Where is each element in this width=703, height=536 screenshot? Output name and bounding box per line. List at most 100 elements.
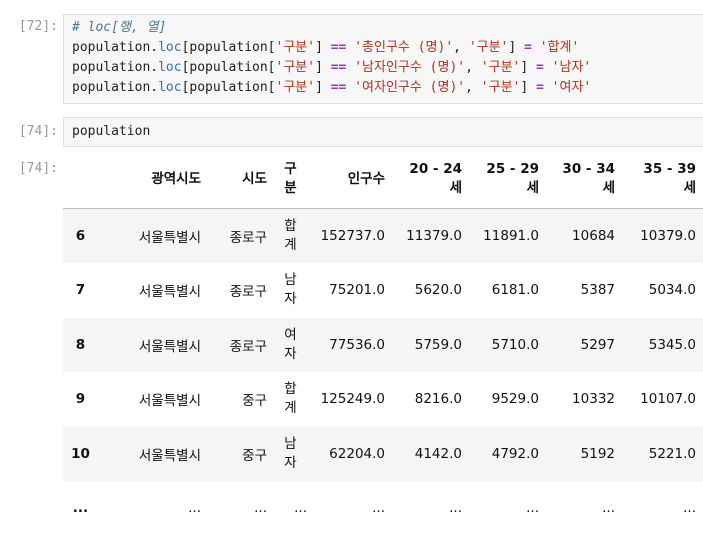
code-line: population.loc[population['구분'] == '여자인구… bbox=[72, 78, 703, 98]
code-token: ] bbox=[520, 60, 537, 75]
code-token: , bbox=[465, 60, 481, 75]
code-cell-population[interactable]: population bbox=[63, 117, 703, 147]
column-header: 25 - 29 세 bbox=[469, 150, 546, 209]
table-cell: ... bbox=[526, 500, 539, 517]
table-cell: ... bbox=[188, 500, 201, 517]
code-token: '구분' bbox=[275, 80, 316, 95]
table-cell: 중구 bbox=[242, 447, 267, 464]
table-cell: ... bbox=[254, 500, 267, 517]
row-index: 9 bbox=[75, 391, 86, 408]
table-cell: 4142.0 bbox=[414, 445, 462, 462]
table-cell: 5710.0 bbox=[491, 336, 539, 353]
column-header bbox=[63, 150, 105, 209]
table-cell: 중구 bbox=[242, 393, 267, 410]
table-cell: 5345.0 bbox=[648, 336, 696, 353]
table-cell: 10332 bbox=[572, 391, 615, 408]
table-cell: 6181.0 bbox=[491, 282, 539, 299]
table-cell: 5297 bbox=[580, 336, 615, 353]
table-cell: 합계 bbox=[284, 218, 297, 253]
code-token: '구분' bbox=[480, 60, 521, 75]
table-cell: 10379.0 bbox=[640, 228, 696, 244]
table-cell: 77536.0 bbox=[329, 336, 385, 353]
code-token: [population[ bbox=[181, 80, 276, 95]
table-header-row: 광역시도 시도 구분 인구수 20 - 24 세 25 - 29 세 30 - 34 세 35 - … bbox=[63, 150, 703, 209]
code-token: ] bbox=[508, 40, 525, 55]
table-cell: 종로구 bbox=[229, 338, 267, 355]
cell-prompt-72: [72]: bbox=[18, 19, 58, 34]
code-token: '총인구수 (명)' bbox=[354, 40, 454, 55]
code-token: '여자' bbox=[551, 80, 592, 95]
dataframe-output-table: 광역시도 시도 구분 인구수 20 - 24 세 25 - 29 세 30 - 34 세 35 - … bbox=[63, 150, 703, 536]
table-cell: 서울특별시 bbox=[138, 230, 201, 246]
table-cell: 5034.0 bbox=[648, 282, 696, 299]
table-row: 10 서울특별시 중구 남자 62204.0 4142.0 4792.0 5192 5221.0 bbox=[63, 426, 703, 481]
code-token: [population[ bbox=[181, 40, 276, 55]
table-cell: 서울특별시 bbox=[138, 284, 201, 301]
code-token: == bbox=[330, 80, 347, 95]
table-cell: ... bbox=[683, 500, 696, 517]
table-cell: ... bbox=[294, 500, 307, 517]
code-token: population. bbox=[72, 80, 159, 95]
code-token: '남자' bbox=[551, 60, 592, 75]
table-cell: 125249.0 bbox=[320, 391, 385, 408]
code-token: [population[ bbox=[181, 60, 276, 75]
code-text: population bbox=[72, 124, 151, 139]
table-cell: 11379.0 bbox=[406, 228, 462, 244]
row-index: 7 bbox=[75, 282, 86, 299]
table-cell: ... bbox=[602, 500, 615, 517]
code-token: ] bbox=[520, 80, 537, 95]
code-token: , bbox=[465, 80, 481, 95]
code-line: population.loc[population['구분'] == '총인구수… bbox=[72, 38, 703, 58]
table-cell: 5759.0 bbox=[414, 336, 462, 353]
row-index: 10 bbox=[71, 445, 90, 462]
code-token: population. bbox=[72, 60, 159, 75]
code-token: == bbox=[330, 60, 347, 75]
code-token: '구분' bbox=[275, 40, 316, 55]
code-cell-loc-assignment[interactable]: # loc[행, 열] population.loc[population['구분… bbox=[63, 14, 703, 104]
table-cell: 152737.0 bbox=[320, 228, 385, 244]
table-cell: 10684 bbox=[572, 228, 615, 244]
table-cell: 5387 bbox=[580, 282, 615, 299]
code-token: = bbox=[536, 80, 544, 95]
code-token: ] bbox=[315, 80, 331, 95]
code-token: ] bbox=[315, 40, 331, 55]
table-cell: 서울특별시 bbox=[138, 393, 201, 410]
table-cell: 5620.0 bbox=[414, 282, 462, 299]
column-header: 구분 bbox=[274, 150, 314, 209]
table-row: 6 서울특별시 종로구 합계 152737.0 11379.0 11891.0 10684 10… bbox=[63, 208, 703, 263]
code-token: = bbox=[536, 60, 544, 75]
table-cell: 75201.0 bbox=[329, 282, 385, 299]
table-cell: 4792.0 bbox=[491, 445, 539, 462]
code-token: # loc[행, 열] bbox=[72, 20, 167, 35]
table-cell: 남자 bbox=[284, 272, 297, 308]
table-cell: 10107.0 bbox=[640, 391, 696, 408]
table-cell: 여자 bbox=[284, 326, 297, 362]
code-token: loc bbox=[158, 40, 182, 55]
code-token: '구분' bbox=[275, 60, 316, 75]
code-token: population. bbox=[72, 40, 159, 55]
table-cell: ... bbox=[449, 500, 462, 517]
table-cell: ... bbox=[372, 500, 385, 517]
table-cell: 합계 bbox=[284, 381, 297, 417]
table-cell: 9529.0 bbox=[491, 391, 539, 408]
code-token: , bbox=[453, 40, 469, 55]
row-index: 6 bbox=[75, 228, 86, 244]
table-cell: 5221.0 bbox=[648, 445, 696, 462]
code-token: '구분' bbox=[480, 80, 521, 95]
column-header: 시도 bbox=[208, 150, 274, 209]
table-cell: 서울특별시 bbox=[138, 338, 201, 355]
table-cell: 5192 bbox=[580, 445, 615, 462]
table-row: 9 서울특별시 중구 합계 125249.0 8216.0 9529.0 10332 10107… bbox=[63, 372, 703, 427]
code-token: loc bbox=[158, 80, 182, 95]
code-line: # loc[행, 열] bbox=[72, 18, 703, 38]
row-index: ... bbox=[72, 500, 89, 517]
table-cell: 서울특별시 bbox=[138, 447, 201, 464]
code-token: '합계' bbox=[539, 40, 580, 55]
table-row: 8 서울특별시 종로구 여자 77536.0 5759.0 5710.0 5297 5345.0 bbox=[63, 317, 703, 372]
table-row: 7 서울특별시 종로구 남자 75201.0 5620.0 6181.0 5387 5034.0 bbox=[63, 263, 703, 318]
code-line: population.loc[population['구분'] == '남자인구… bbox=[72, 58, 703, 78]
table-cell: 종로구 bbox=[229, 230, 267, 246]
